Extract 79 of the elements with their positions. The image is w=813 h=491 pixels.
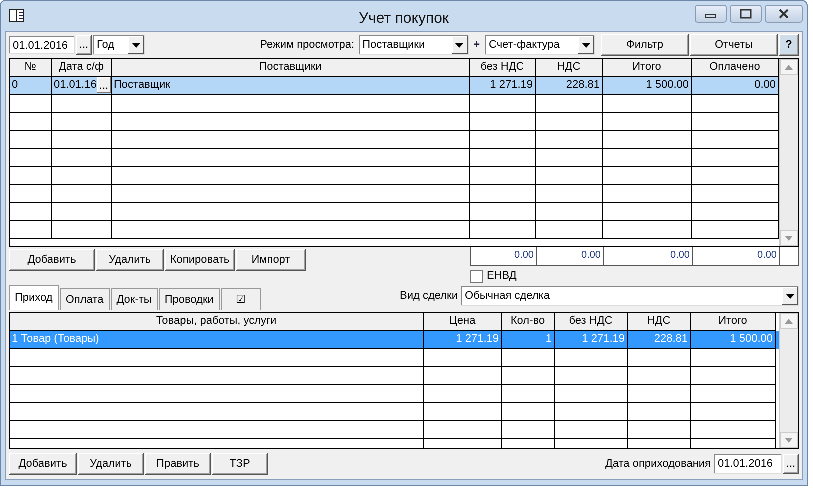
dropdown-arrow-icon [582, 42, 590, 48]
dropdown-arrow-icon [455, 42, 464, 48]
scroll-up-icon [785, 318, 793, 324]
scroll-down-icon [785, 236, 793, 240]
column-header[interactable]: Дата с/ф [52, 59, 112, 77]
total-cell: 0.00 [604, 247, 693, 265]
action-button[interactable]: Импорт [236, 249, 306, 271]
table-cell: 228.81 [536, 77, 603, 95]
table-cell: Поставщик [112, 77, 470, 95]
date-picker-button[interactable]: ... [97, 77, 111, 93]
tab[interactable]: ☑ [220, 288, 261, 310]
book-icon [9, 8, 27, 24]
checkbox-square[interactable] [470, 270, 483, 282]
total-cell: 0.00 [693, 247, 780, 265]
date-picker-button[interactable]: ... [76, 35, 92, 55]
column-header[interactable]: Кол-во [502, 313, 555, 331]
table-cell: 1 [502, 331, 555, 349]
column-header[interactable]: без НДС [555, 313, 628, 331]
receipt-date-label: Дата оприходования [605, 458, 711, 470]
date-picker-button[interactable]: ... [783, 454, 799, 474]
action-button[interactable]: Удалить [78, 453, 144, 475]
dropdown-arrow-icon [132, 42, 140, 48]
tab[interactable]: Приход [9, 285, 59, 310]
table-cell-text: 01.01.16 [54, 78, 97, 93]
column-header[interactable]: Поставщики [112, 59, 470, 77]
column-header[interactable]: Цена [424, 313, 502, 331]
filter-button[interactable]: Фильтр [601, 34, 689, 56]
scrollbar[interactable] [779, 59, 798, 246]
total-cell: 0.00 [537, 247, 604, 265]
scrollbar[interactable] [779, 313, 798, 448]
deal-type-label: Вид сделки [400, 290, 458, 302]
dropdown-arrow-icon [786, 294, 794, 298]
table-cell: 1 271.19 [555, 331, 628, 349]
action-button[interactable]: Править [145, 453, 211, 475]
table-cell: 1 500.00 [603, 77, 692, 95]
scroll-down-icon [785, 438, 793, 442]
action-button[interactable]: ТЗР [212, 453, 268, 475]
plus-sign: + [474, 39, 480, 51]
minimize-button[interactable] [695, 5, 727, 23]
column-header[interactable]: Итого [691, 313, 776, 331]
maximize-icon [740, 9, 752, 19]
table-cell: 0 [10, 77, 52, 95]
column-header[interactable]: Товары, работы, услуги [10, 313, 424, 331]
tab[interactable]: Док-ты [110, 288, 158, 310]
action-button[interactable]: Удалить [96, 249, 164, 271]
column-header[interactable]: НДС [536, 59, 603, 77]
envd-checkbox[interactable]: ЕНВД [470, 268, 799, 284]
column-header[interactable]: НДС [628, 313, 691, 331]
deal-type-dropdown[interactable]: Обычная сделка [461, 286, 799, 306]
table-cell: 1 271.19 [470, 77, 536, 95]
help-button[interactable]: ? [779, 34, 799, 56]
maximize-button[interactable] [730, 5, 762, 23]
table-cell: 1 500.00 [691, 331, 776, 349]
tab[interactable]: Проводки [158, 288, 220, 310]
table-cell: 1 Товар (Товары) [10, 331, 424, 349]
receipt-date-field[interactable]: 01.01.2016 [714, 454, 782, 474]
checkbox-label: ЕНВД [487, 270, 517, 282]
period-dropdown[interactable]: Год [93, 35, 145, 55]
close-icon [778, 9, 790, 19]
date-field[interactable]: 01.01.2016 [9, 36, 75, 54]
table-row[interactable]: 0 01.01.16 ... Поставщик 1 271.19 228.81 1 500.00 0.00 [10, 77, 779, 95]
column-header[interactable]: Итого [603, 59, 692, 77]
action-button[interactable]: Копировать [165, 249, 235, 271]
table-cell: 1 271.19 [424, 331, 502, 349]
column-header[interactable]: Оплачено [692, 59, 779, 77]
column-header[interactable]: № [10, 59, 52, 77]
scroll-up-icon [785, 64, 793, 70]
close-button[interactable] [765, 5, 803, 23]
window-title: Учет покупок [359, 10, 449, 27]
view-mode-label: Режим просмотра: [260, 39, 355, 51]
tab[interactable]: Оплата [60, 288, 110, 310]
document-type-dropdown[interactable]: Счет-фактура [485, 35, 595, 55]
column-header[interactable]: без НДС [470, 59, 536, 77]
view-mode-dropdown[interactable]: Поставщики [358, 35, 469, 55]
total-cell: 0.00 [471, 247, 537, 265]
action-button[interactable]: Добавить [9, 453, 77, 475]
reports-button[interactable]: Отчеты [690, 34, 778, 56]
table-cell: 228.81 [628, 331, 691, 349]
action-button[interactable]: Добавить [9, 249, 95, 271]
